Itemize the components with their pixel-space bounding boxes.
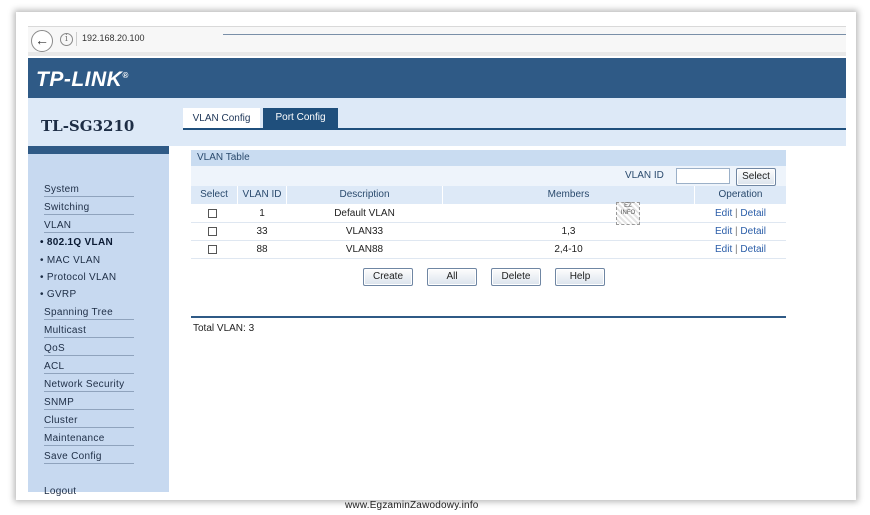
sidebar-item-maintenance[interactable]: Maintenance (44, 433, 134, 446)
col-members: Members (443, 186, 695, 204)
col-vlan-id: VLAN ID (238, 186, 287, 204)
sidebar-item-protocol-vlan[interactable]: • Protocol VLAN (40, 272, 130, 284)
operation-separator: | (735, 226, 738, 237)
brand-header: TP-LINK® (28, 58, 846, 98)
select-button[interactable]: Select (736, 168, 776, 186)
delete-button[interactable]: Delete (491, 268, 541, 286)
detail-link[interactable]: Detail (740, 226, 766, 237)
vlan-id-cell: 88 (256, 244, 268, 255)
sidebar-item-multicast[interactable]: Multicast (44, 325, 134, 338)
edit-link[interactable]: Edit (715, 244, 732, 255)
operation-cell: Edit | Detail (695, 205, 786, 222)
logout-link[interactable]: Logout (44, 486, 134, 498)
sidebar-item-spanning-tree[interactable]: Spanning Tree (44, 307, 134, 320)
help-button[interactable]: Help (555, 268, 605, 286)
members-cell: 1,3 (561, 226, 576, 237)
row-checkbox[interactable] (208, 245, 217, 254)
table-row: 33 VLAN33 1,3 Edit | Detail (191, 223, 786, 241)
description-cell: VLAN88 (345, 244, 384, 255)
vlan-id-cell: 33 (256, 226, 268, 237)
sidebar-item-gvrp[interactable]: • GVRP (40, 289, 130, 301)
sidebar-header (28, 146, 169, 154)
section-divider (191, 316, 786, 318)
sidebar-item-mac-vlan[interactable]: • MAC VLAN (40, 255, 130, 267)
total-vlan-count: Total VLAN: 3 (193, 323, 255, 334)
tab-underline (183, 128, 846, 130)
operation-separator: | (735, 244, 738, 255)
col-select: Select (191, 186, 238, 204)
edit-link[interactable]: Edit (715, 208, 732, 219)
tp-link-logo: TP-LINK® (36, 68, 129, 91)
vlan-search-row: VLAN ID Select (191, 166, 786, 186)
url-separator (76, 32, 77, 46)
qr-code-watermark: EZ INFO (616, 202, 640, 225)
operation-cell: Edit | Detail (695, 241, 786, 258)
sidebar-item-qos[interactable]: QoS (44, 343, 134, 356)
create-button[interactable]: Create (363, 268, 413, 286)
sidebar: System Switching VLAN • 802.1Q VLAN • MA… (28, 146, 169, 497)
sidebar-item-802-1q-vlan[interactable]: • 802.1Q VLAN (40, 237, 130, 249)
sidebar-item-snmp[interactable]: SNMP (44, 397, 134, 410)
vlan-id-cell: 1 (259, 208, 265, 219)
tab-vlan-config[interactable]: VLAN Config (183, 108, 260, 130)
operation-cell: Edit | Detail (695, 223, 786, 240)
sidebar-item-vlan[interactable]: VLAN (44, 220, 134, 233)
vlan-id-input[interactable] (676, 168, 730, 184)
sidebar-item-system[interactable]: System (44, 184, 134, 197)
col-description: Description (287, 186, 443, 204)
vlan-table-header: VLAN Table (191, 150, 786, 166)
toolbar-line (223, 34, 846, 35)
sidebar-item-acl[interactable]: ACL (44, 361, 134, 374)
model-bar: TL-SG3210 VLAN Config Port Config (28, 98, 846, 146)
address-bar[interactable]: 192.168.20.100 (82, 33, 145, 43)
row-checkbox[interactable] (208, 209, 217, 218)
detail-link[interactable]: Detail (740, 208, 766, 219)
browser-window: ← i 192.168.20.100 TP-LINK® TL-SG3210 VL… (16, 12, 856, 500)
sidebar-item-save-config[interactable]: Save Config (44, 451, 134, 464)
sidebar-item-cluster[interactable]: Cluster (44, 415, 134, 428)
description-cell: VLAN33 (345, 226, 384, 237)
members-cell: 2,4-10 (554, 244, 583, 255)
vlan-table-title: VLAN Table (197, 152, 250, 163)
sidebar-item-network-security[interactable]: Network Security (44, 379, 134, 392)
description-cell: Default VLAN (334, 208, 395, 219)
browser-toolbar: ← i 192.168.20.100 (28, 26, 846, 53)
sidebar-item-switching[interactable]: Switching (44, 202, 134, 215)
info-icon[interactable]: i (60, 33, 73, 46)
toolbar-border (28, 52, 846, 56)
detail-link[interactable]: Detail (740, 244, 766, 255)
site-watermark: www.EgzaminZawodowy.info (345, 500, 479, 511)
members-cell (443, 205, 694, 222)
tab-port-config[interactable]: Port Config (263, 108, 338, 128)
device-model: TL-SG3210 (41, 117, 135, 135)
row-checkbox[interactable] (208, 227, 217, 236)
edit-link[interactable]: Edit (715, 226, 732, 237)
table-row: 1 Default VLAN EZ INFO Edit | Detail (191, 202, 786, 225)
col-operation: Operation (695, 186, 786, 204)
table-row: 88 VLAN88 2,4-10 Edit | Detail (191, 241, 786, 259)
back-arrow-icon[interactable]: ← (31, 30, 53, 52)
operation-separator: | (735, 208, 738, 219)
all-button[interactable]: All (427, 268, 477, 286)
vlan-id-label: VLAN ID (625, 170, 664, 181)
